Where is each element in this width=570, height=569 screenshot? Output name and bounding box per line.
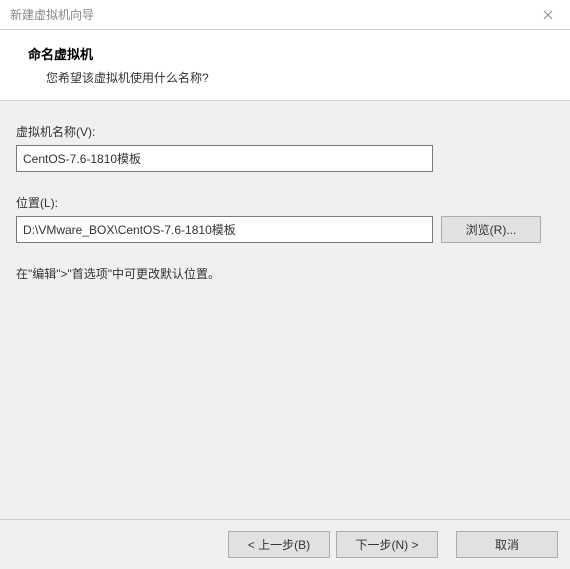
cancel-button[interactable]: 取消	[456, 531, 558, 558]
page-subtitle: 您希望该虚拟机使用什么名称?	[28, 69, 550, 86]
vm-name-label: 虚拟机名称(V):	[16, 123, 554, 140]
wizard-footer: < 上一步(B) 下一步(N) > 取消	[0, 519, 570, 569]
browse-button[interactable]: 浏览(R)...	[441, 216, 541, 243]
location-label: 位置(L):	[16, 194, 554, 211]
wizard-header: 命名虚拟机 您希望该虚拟机使用什么名称?	[0, 30, 570, 101]
close-icon[interactable]	[534, 4, 562, 26]
location-group: 位置(L): 浏览(R)...	[16, 194, 554, 243]
window-title: 新建虚拟机向导	[10, 6, 94, 23]
location-input[interactable]	[16, 216, 433, 243]
vm-name-group: 虚拟机名称(V):	[16, 123, 554, 172]
location-hint: 在"编辑">"首选项"中可更改默认位置。	[16, 265, 554, 282]
location-row: 浏览(R)...	[16, 216, 554, 243]
page-title: 命名虚拟机	[28, 44, 550, 63]
next-button[interactable]: 下一步(N) >	[336, 531, 438, 558]
vm-name-input[interactable]	[16, 145, 433, 172]
titlebar: 新建虚拟机向导	[0, 0, 570, 30]
wizard-content: 虚拟机名称(V): 位置(L): 浏览(R)... 在"编辑">"首选项"中可更…	[0, 101, 570, 519]
back-button[interactable]: < 上一步(B)	[228, 531, 330, 558]
